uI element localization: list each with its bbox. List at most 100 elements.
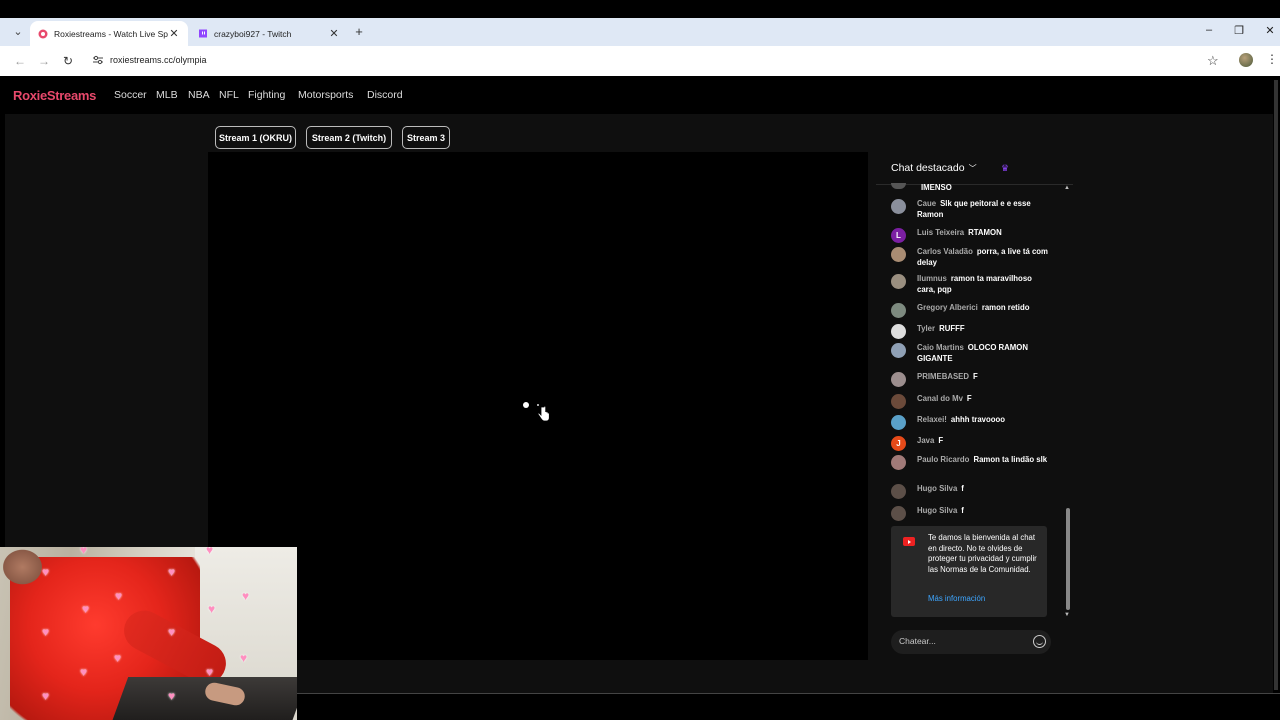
avatar[interactable] <box>891 303 906 318</box>
forward-icon[interactable]: → <box>37 54 51 68</box>
crown-icon: ♛ <box>1001 163 1010 173</box>
avatar[interactable] <box>891 415 906 430</box>
chat-message-text: Tyler RUFFF <box>917 324 965 335</box>
chat-input[interactable]: Chatear... <box>891 630 1051 654</box>
chat-message-text: Caio Martins OLOCO RAMON GIGANTE <box>917 343 1051 364</box>
avatar[interactable] <box>891 394 906 409</box>
chat-message-text: Carlos Valadão porra, a live tá com delay <box>917 247 1051 268</box>
hand-cursor-icon <box>538 406 550 422</box>
chat-author[interactable]: Hugo Silva <box>917 506 957 515</box>
tab-title: Roxiestreams - Watch Live Spor <box>54 28 168 39</box>
chat-message-body: RUFFF <box>939 324 965 333</box>
heart-icon: ♥ <box>80 665 88 679</box>
heart-icon: ♥ <box>115 589 123 603</box>
chat-author[interactable]: Carlos Valadão <box>917 247 973 256</box>
chat-scroll-down-icon[interactable]: ▼ <box>1064 612 1070 618</box>
nav-fighting[interactable]: Fighting <box>248 89 285 101</box>
chat-author[interactable]: PRIMEBASED <box>917 372 969 381</box>
chat-message-text: Hugo Silva f <box>917 484 964 495</box>
nav-motorsports[interactable]: Motorsports <box>298 89 353 101</box>
heart-icon: ♥ <box>42 689 50 703</box>
chat-message-body: f <box>961 506 964 515</box>
avatar[interactable] <box>891 484 906 499</box>
page-scrollbar[interactable] <box>1274 80 1278 690</box>
nav-soccer[interactable]: Soccer <box>114 89 147 101</box>
tab-roxiestreams[interactable]: Roxiestreams - Watch Live Spor ✕ <box>30 21 188 46</box>
bookmark-star-icon[interactable]: ☆ <box>1207 53 1219 69</box>
webcam-overlay: ♥ ♥ ♥ ♥ ♥ ♥ ♥ ♥ ♥ ♥ ♥ ♥ ♥ ♥ ♥ ♥ <box>0 547 297 720</box>
loading-spinner-icon <box>523 402 529 408</box>
chat-message-text: Caue Slk que peitoral e e esse Ramon <box>917 199 1051 220</box>
chat-author[interactable]: Gregory Alberici <box>917 303 978 312</box>
chat-input-placeholder: Chatear... <box>899 636 936 646</box>
restore-icon[interactable]: ❐ <box>1232 24 1246 37</box>
chat-message: Ilumnus ramon ta maravilhoso cara, pqp <box>891 274 1051 295</box>
chat-author[interactable]: Ilumnus <box>917 274 947 283</box>
chat-author[interactable]: Tyler <box>917 324 935 333</box>
emoji-icon[interactable] <box>1033 635 1046 648</box>
reload-icon[interactable]: ↻ <box>61 54 75 68</box>
site-logo[interactable]: RoxieStreams <box>13 88 96 103</box>
chat-message: Hugo Silva f <box>891 484 1051 499</box>
chat-message: Paulo Ricardo Ramon ta lindão slk <box>891 455 1051 470</box>
chat-author[interactable]: Canal do Mv <box>917 394 963 403</box>
avatar[interactable] <box>891 247 906 262</box>
stream-1-button[interactable]: Stream 1 (OKRU) <box>215 126 296 149</box>
chat-message-body: F <box>973 372 978 381</box>
heart-icon: ♥ <box>168 689 176 703</box>
chat-author[interactable]: Relaxei! <box>917 415 947 424</box>
tab-search-icon[interactable]: ⌄ <box>10 24 26 40</box>
chat-message: Tyler RUFFF <box>891 324 1051 339</box>
nav-nfl[interactable]: NFL <box>219 89 239 101</box>
minimize-icon[interactable]: – <box>1202 24 1216 36</box>
chat-message-body: ramon retido <box>981 303 1030 312</box>
twitch-favicon-icon <box>199 29 207 37</box>
close-tab-icon[interactable]: ✕ <box>328 27 340 40</box>
heart-icon: ♥ <box>114 651 122 665</box>
stream-3-button[interactable]: Stream 3 <box>402 126 450 149</box>
address-bar[interactable]: roxiestreams.cc/olympia <box>110 55 207 65</box>
chat-message: Caue Slk que peitoral e e esse Ramon <box>891 199 1051 220</box>
avatar[interactable] <box>891 199 906 214</box>
avatar[interactable] <box>891 343 906 358</box>
nav-discord[interactable]: Discord <box>367 89 403 101</box>
close-tab-icon[interactable]: ✕ <box>168 27 180 40</box>
avatar[interactable] <box>891 324 906 339</box>
avatar[interactable] <box>891 274 906 289</box>
chat-scroll-up-icon[interactable]: ▲ <box>1064 185 1070 191</box>
chat-message-text: Java F <box>917 436 943 447</box>
nav-mlb[interactable]: MLB <box>156 89 178 101</box>
chat-author[interactable]: Caue <box>917 199 936 208</box>
nav-nba[interactable]: NBA <box>188 89 210 101</box>
chat-message-text: IMENSO <box>917 183 952 194</box>
chat-message: J Java F <box>891 436 1051 451</box>
more-info-link[interactable]: Más información <box>928 594 985 603</box>
back-icon[interactable]: ← <box>13 54 27 68</box>
chat-message-body: Ramon ta lindão slk <box>973 455 1048 464</box>
site-info-icon[interactable] <box>92 54 104 66</box>
profile-avatar[interactable] <box>1239 53 1253 67</box>
avatar[interactable] <box>891 372 906 387</box>
browser-menu-icon[interactable]: ⋮ <box>1266 52 1278 66</box>
chat-author[interactable]: Paulo Ricardo <box>917 455 969 464</box>
avatar[interactable] <box>891 183 906 189</box>
chat-author[interactable]: Hugo Silva <box>917 484 957 493</box>
tab-twitch[interactable]: crazyboi927 - Twitch ✕ <box>190 21 348 46</box>
chat-message-body: F <box>966 394 972 403</box>
avatar[interactable]: J <box>891 436 906 451</box>
chat-message: Hugo Silva f <box>891 506 1051 521</box>
chat-header-label: Chat destacado <box>891 162 965 174</box>
chat-welcome-notice: Te damos la bienvenida al chat en direct… <box>891 526 1047 617</box>
avatar[interactable] <box>891 455 906 470</box>
chat-author[interactable]: Caio Martins <box>917 343 964 352</box>
avatar[interactable]: L <box>891 228 906 243</box>
chat-mode-dropdown[interactable]: Chat destacado ﹀ <box>891 162 977 174</box>
avatar[interactable] <box>891 506 906 521</box>
new-tab-icon[interactable]: + <box>352 24 366 39</box>
chat-author[interactable]: Java <box>917 436 934 445</box>
close-window-icon[interactable]: ✕ <box>1263 24 1277 37</box>
chat-message: Canal do Mv F <box>891 394 1051 409</box>
chat-author[interactable]: Luis Teixeira <box>917 228 964 237</box>
chat-scrollbar-thumb[interactable] <box>1066 508 1070 610</box>
stream-2-button[interactable]: Stream 2 (Twitch) <box>306 126 392 149</box>
